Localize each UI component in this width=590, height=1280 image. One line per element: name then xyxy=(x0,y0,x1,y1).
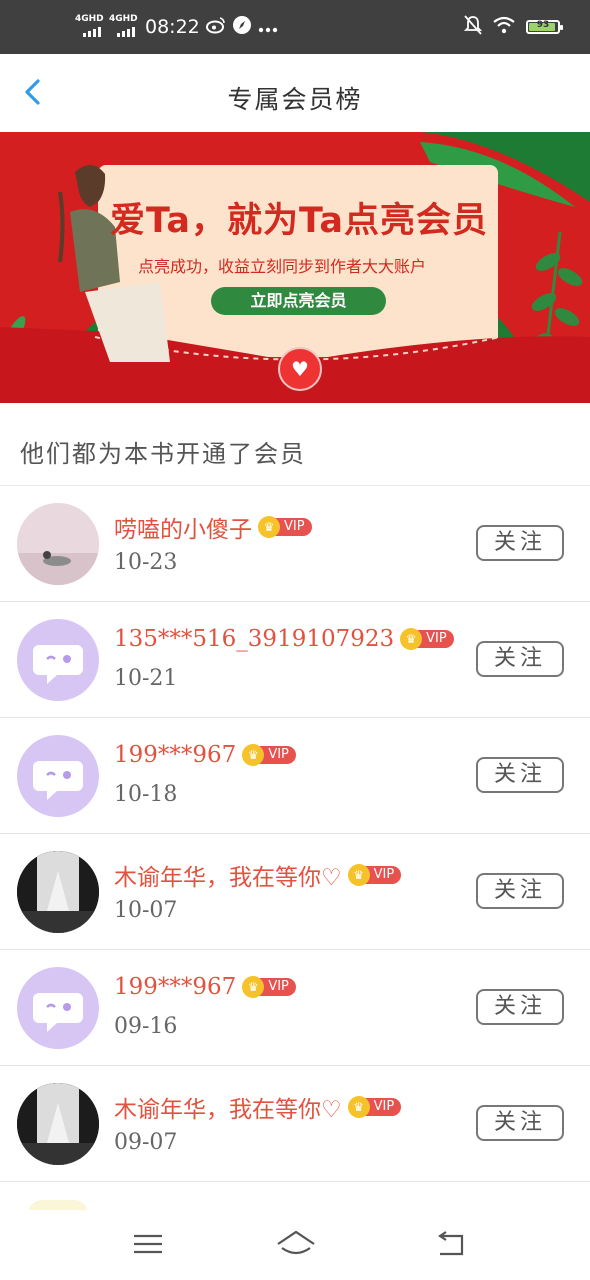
member-name[interactable]: 199***967 xyxy=(114,974,236,1000)
member-name[interactable]: 木谕年华，我在等你♡ xyxy=(114,858,342,892)
clock: 08:22 xyxy=(145,16,200,38)
default-avatar-icon xyxy=(33,645,83,684)
member-name[interactable]: 199***967 xyxy=(114,742,236,768)
status-left: 4GHD 4GHD 08:22 xyxy=(75,14,278,40)
section-title: 他们都为本书开通了会员 xyxy=(20,440,306,468)
follow-button[interactable]: 关注 xyxy=(476,641,564,677)
crown-icon: ♛ xyxy=(400,628,423,650)
banner-headline: 爱Ta，就为Ta点亮会员 xyxy=(110,201,488,241)
vip-badge: ♛ VIP xyxy=(242,744,296,766)
status-right: 93 xyxy=(463,14,563,40)
avatar[interactable] xyxy=(17,1083,99,1165)
banner-subline: 点亮成功，收益立刻同步到作者大大账户 xyxy=(138,257,427,276)
member-date: 09-07 xyxy=(114,1130,178,1155)
list-item[interactable]: 唠嗑的小傻子 ♛ VIP 10-23 关注 xyxy=(0,486,590,602)
member-name-line: 135***516_3919107923 ♛ VIP xyxy=(114,626,454,652)
crown-icon: ♛ xyxy=(347,864,370,886)
menu-button[interactable] xyxy=(128,1228,168,1260)
back-nav-button[interactable] xyxy=(432,1228,472,1260)
vip-badge: ♛ VIP xyxy=(347,864,402,886)
home-icon xyxy=(277,1230,315,1255)
signal-icon: 4GHD xyxy=(109,14,138,39)
return-icon xyxy=(438,1231,464,1256)
avatar[interactable] xyxy=(17,503,99,585)
vip-badge: ♛ VIP xyxy=(242,976,296,998)
member-name-line: 199***967 ♛ VIP xyxy=(114,742,296,768)
vip-badge: ♛ VIP xyxy=(258,516,312,538)
title-bar: 专属会员榜 xyxy=(0,54,590,132)
wifi-icon xyxy=(492,16,516,39)
follow-button[interactable]: 关注 xyxy=(476,525,564,561)
status-bar: 4GHD 4GHD 08:22 93 xyxy=(0,0,590,54)
avatar[interactable] xyxy=(17,851,99,933)
promo-banner[interactable]: 爱Ta，就为Ta点亮会员 点亮成功，收益立刻同步到作者大大账户 立即点亮会员 ♥ xyxy=(0,132,590,403)
signal-label: 4GHD xyxy=(75,14,104,24)
member-name[interactable]: 唠嗑的小傻子 xyxy=(114,510,252,544)
signal-label: 4GHD xyxy=(109,14,138,24)
member-name-line: 199***967 ♛ VIP xyxy=(114,974,296,1000)
member-date: 09-16 xyxy=(114,1014,178,1039)
battery-icon: 93 xyxy=(526,20,563,34)
system-nav-bar xyxy=(0,1210,590,1280)
follow-button[interactable]: 关注 xyxy=(476,873,564,909)
member-name-line: 木谕年华，我在等你♡ ♛ VIP xyxy=(114,858,402,892)
member-date: 10-18 xyxy=(114,782,178,807)
signal-icon: 4GHD xyxy=(75,14,104,39)
member-date: 10-07 xyxy=(114,898,178,923)
battery-level: 93 xyxy=(536,20,550,30)
member-name[interactable]: 135***516_3919107923 xyxy=(114,626,394,652)
crown-icon: ♛ xyxy=(258,516,280,538)
crown-icon: ♛ xyxy=(347,1096,370,1118)
follow-button[interactable]: 关注 xyxy=(476,757,564,793)
avatar[interactable] xyxy=(17,735,99,817)
member-date: 10-21 xyxy=(114,666,178,691)
member-name-line: 木谕年华，我在等你♡ ♛ VIP xyxy=(114,1090,402,1124)
member-name[interactable]: 木谕年华，我在等你♡ xyxy=(114,1090,342,1124)
list-item[interactable]: 199***967 ♛ VIP 10-18 关注 xyxy=(0,718,590,834)
weibo-icon xyxy=(205,16,226,39)
list-item[interactable]: 木谕年华，我在等你♡ ♛ VIP 10-07 关注 xyxy=(0,834,590,950)
follow-button[interactable]: 关注 xyxy=(476,1105,564,1141)
default-avatar-icon xyxy=(33,993,83,1032)
member-list: 唠嗑的小傻子 ♛ VIP 10-23 关注 135***516_391910792… xyxy=(0,486,590,1182)
list-item[interactable]: 木谕年华，我在等你♡ ♛ VIP 09-07 关注 xyxy=(0,1066,590,1182)
list-item[interactable]: 199***967 ♛ VIP 09-16 关注 xyxy=(0,950,590,1066)
home-button[interactable] xyxy=(274,1228,315,1260)
more-icon xyxy=(258,17,278,38)
member-name-line: 唠嗑的小傻子 ♛ VIP xyxy=(114,510,312,544)
compass-icon xyxy=(232,15,252,40)
avatar[interactable] xyxy=(17,967,99,1049)
list-item[interactable]: 135***516_3919107923 ♛ VIP 10-21 关注 xyxy=(0,602,590,718)
avatar[interactable] xyxy=(17,619,99,701)
member-date: 10-23 xyxy=(114,550,178,575)
heart-seal-icon: ♥ xyxy=(278,347,322,391)
page-title: 专属会员榜 xyxy=(227,85,363,114)
mute-icon xyxy=(463,14,483,40)
menu-icon xyxy=(134,1234,162,1254)
vip-badge: ♛ VIP xyxy=(347,1096,402,1118)
light-up-membership-button[interactable]: 立即点亮会员 xyxy=(211,287,386,315)
vip-badge: ♛ VIP xyxy=(400,628,454,650)
default-avatar-icon xyxy=(33,761,83,800)
follow-button[interactable]: 关注 xyxy=(476,989,564,1025)
